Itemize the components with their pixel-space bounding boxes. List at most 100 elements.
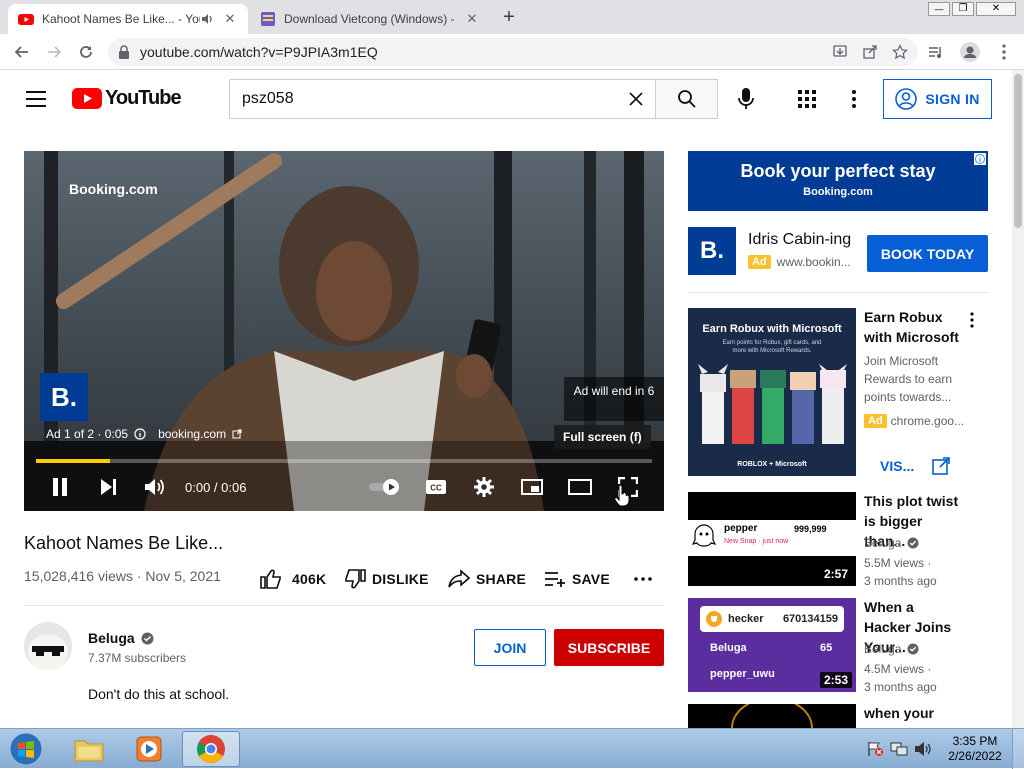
bookmark-star-icon[interactable] (892, 44, 908, 60)
banner-title: Book your perfect stay (740, 161, 936, 181)
gear-icon (474, 477, 494, 497)
youtube-logo[interactable]: YouTube (72, 87, 182, 110)
search-input[interactable]: psz058 (229, 79, 656, 119)
like-button[interactable]: 406K (260, 566, 326, 592)
save-button[interactable]: SAVE (544, 566, 610, 592)
autoplay-toggle[interactable] (368, 473, 402, 501)
media-queue-icon (929, 47, 941, 58)
action-center-flag-icon[interactable] (866, 741, 884, 757)
hamburger-menu-button[interactable] (24, 89, 48, 109)
recommendation-title[interactable]: when your (864, 703, 964, 723)
ad-choices-icon[interactable] (974, 153, 986, 165)
network-icon[interactable] (890, 741, 908, 757)
save-label: SAVE (572, 571, 610, 587)
tab-vietcong[interactable]: Download Vietcong (Windows) - My Abandon… (250, 4, 490, 34)
subscribe-button[interactable]: SUBSCRIBE (554, 629, 664, 666)
join-button[interactable]: JOIN (474, 629, 546, 666)
channel-name[interactable]: Beluga (88, 630, 154, 646)
recommendation-thumbnail[interactable]: pepper New Snap · just now 999,999 2:57 (688, 492, 856, 586)
info-icon[interactable] (134, 428, 146, 440)
video-player[interactable]: Booking.com B. Ad 1 of 2 · 0:05 booking.… (24, 151, 664, 511)
address-bar[interactable]: youtube.com/watch?v=P9JPIA3m1EQ (108, 38, 918, 66)
ad-source-url: chrome.goo... (890, 414, 965, 428)
sponsor-url: www.bookin... (776, 255, 851, 269)
start-button[interactable] (6, 730, 46, 768)
channel-avatar[interactable] (24, 622, 72, 670)
audio-playing-icon[interactable] (200, 12, 216, 26)
taskbar-media-player[interactable] (120, 731, 178, 767)
pause-icon (53, 478, 67, 496)
sign-in-button[interactable]: SIGN IN (883, 79, 992, 119)
voice-search-button[interactable] (736, 87, 756, 111)
back-button[interactable] (8, 38, 36, 66)
forward-button[interactable] (40, 38, 68, 66)
theater-mode-button[interactable] (565, 473, 595, 501)
settings-menu-button[interactable] (852, 90, 856, 108)
minimize-button[interactable]: — (928, 2, 950, 16)
new-tab-button[interactable]: + (498, 6, 520, 28)
share-button[interactable]: SHARE (448, 566, 526, 592)
channel-name-text: Beluga (864, 536, 902, 550)
more-actions-button[interactable] (634, 566, 652, 592)
restore-button[interactable]: ❐ (952, 2, 974, 16)
profile-button[interactable] (956, 38, 984, 66)
reload-button[interactable] (72, 38, 100, 66)
duration-badge: 2:57 (819, 566, 852, 582)
search-button[interactable] (655, 79, 718, 119)
page-scrollbar[interactable] (1012, 70, 1024, 728)
banner-brand: Booking.com (803, 186, 873, 198)
system-clock[interactable]: 3:35 PM 2/26/2022 (944, 734, 1006, 764)
thumb-snap-card: pepper New Snap · just now 999,999 (688, 520, 856, 556)
share-page-icon[interactable] (862, 44, 878, 60)
apps-button[interactable] (798, 90, 816, 108)
ad-domain-link[interactable]: booking.com (158, 427, 226, 441)
recommendation-thumbnail[interactable]: hecker 670134159 Beluga 65 pepper_uwu 2:… (688, 598, 856, 692)
display-ad-banner[interactable]: Book your perfect stay Booking.com (688, 151, 988, 211)
recommendation-thumbnail[interactable]: Earn Robux with Microsoft Earn points fo… (688, 308, 856, 476)
volume-icon[interactable] (914, 741, 932, 757)
close-window-button[interactable]: ✕ (976, 2, 1016, 16)
hand-cursor-icon (614, 485, 630, 507)
item-menu-button[interactable] (970, 312, 974, 328)
tab-youtube[interactable]: Kahoot Names Be Like... - YouTube ✕ (8, 4, 248, 34)
volume-button[interactable] (140, 473, 170, 501)
pause-button[interactable] (45, 473, 75, 501)
media-player-icon (136, 736, 162, 762)
divider (688, 292, 988, 293)
recommendation-channel[interactable]: Beluga (864, 642, 919, 656)
install-app-icon[interactable] (832, 44, 848, 60)
tab-close-icon[interactable]: ✕ (464, 11, 480, 27)
theater-mode-icon (568, 479, 592, 495)
taskbar-explorer[interactable] (60, 731, 118, 767)
youtube-header: YouTube psz058 SIGN IN (0, 70, 1012, 128)
video-frame-image (24, 151, 664, 511)
browser-menu-button[interactable] (990, 38, 1018, 66)
dislike-button[interactable]: DISLIKE (344, 566, 429, 592)
playlist-add-icon (545, 572, 565, 587)
advertiser-logo[interactable]: B. (40, 373, 88, 421)
taskbar-chrome[interactable] (182, 731, 240, 767)
clear-search-icon[interactable] (629, 92, 643, 106)
channel-name-text: Beluga (864, 642, 902, 656)
sponsored-card[interactable]: B. Idris Cabin-ing Ad www.bookin... BOOK… (688, 225, 988, 285)
scrollbar-thumb[interactable] (1014, 74, 1022, 228)
kebab-menu-icon (970, 312, 974, 328)
book-today-button[interactable]: BOOK TODAY (867, 235, 988, 272)
next-button[interactable] (93, 473, 123, 501)
miniplayer-button[interactable] (517, 473, 547, 501)
ad-source: Ad chrome.goo... (864, 414, 964, 428)
visit-site-button[interactable]: VIS... (864, 452, 954, 480)
thumbs-down-icon (345, 569, 366, 589)
progress-bar[interactable] (36, 459, 652, 463)
recommendation-channel[interactable]: Beluga (864, 536, 919, 550)
like-count: 406K (292, 571, 327, 587)
media-control-button[interactable] (922, 38, 950, 66)
back-arrow-icon (14, 46, 28, 58)
verified-badge-icon (141, 632, 154, 644)
recommendation-thumbnail[interactable] (688, 704, 856, 728)
tab-close-icon[interactable]: ✕ (222, 11, 238, 27)
settings-button[interactable] (469, 473, 499, 501)
recommendation-title[interactable]: Earn Robux with Microsoft (864, 307, 964, 347)
show-desktop-button[interactable] (1012, 729, 1024, 769)
subtitles-button[interactable]: CC (421, 473, 451, 501)
